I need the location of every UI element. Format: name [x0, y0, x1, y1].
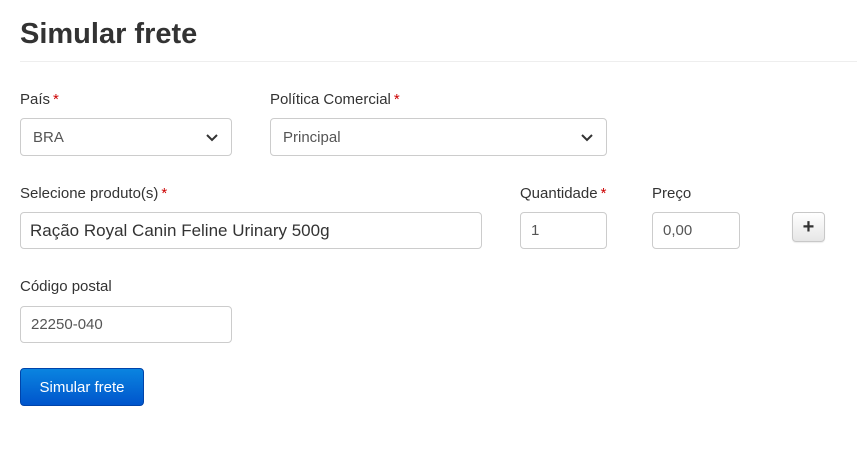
quantity-input-value: 1 [531, 222, 540, 239]
commercial-policy-label-text: Política Comercial [270, 91, 391, 108]
price-input[interactable]: 0,00 [652, 212, 740, 249]
title-divider [20, 61, 857, 62]
country-select-value: BRA [33, 128, 64, 146]
postal-code-input-value: 22250-040 [31, 316, 103, 333]
commercial-policy-select[interactable]: Principal [270, 118, 607, 156]
simulate-freight-button[interactable]: Simular frete [20, 368, 144, 406]
quantity-input[interactable]: 1 [520, 212, 607, 249]
commercial-policy-select-value: Principal [283, 128, 341, 146]
postal-code-input[interactable]: 22250-040 [20, 306, 232, 343]
price-input-value: 0,00 [663, 222, 693, 239]
price-label: Preço [652, 185, 691, 202]
price-label-text: Preço [652, 185, 692, 202]
country-label-text: País [20, 91, 51, 108]
required-mark: * [161, 185, 168, 202]
page-title: Simular frete [20, 18, 198, 50]
quantity-label: Quantidade * [520, 185, 606, 202]
simulate-freight-button-label: Simular frete [39, 378, 125, 396]
quantity-label-text: Quantidade [520, 185, 598, 202]
country-select[interactable]: BRA [20, 118, 232, 156]
country-label: País * [20, 91, 59, 108]
postal-code-label-text: Código postal [20, 278, 112, 295]
commercial-policy-label: Política Comercial * [270, 91, 400, 108]
chevron-down-icon [581, 134, 593, 142]
product-label: Selecione produto(s) * [20, 185, 167, 202]
required-mark: * [53, 91, 59, 108]
product-label-text: Selecione produto(s) [20, 185, 159, 202]
add-product-button[interactable]: + [792, 212, 825, 242]
required-mark: * [600, 185, 607, 202]
postal-code-label: Código postal [20, 278, 112, 295]
chevron-down-icon [206, 134, 218, 142]
required-mark: * [393, 91, 400, 108]
product-input[interactable]: Ração Royal Canin Feline Urinary 500g [20, 212, 482, 249]
product-input-value: Ração Royal Canin Feline Urinary 500g [30, 220, 330, 240]
plus-icon: + [802, 215, 815, 238]
